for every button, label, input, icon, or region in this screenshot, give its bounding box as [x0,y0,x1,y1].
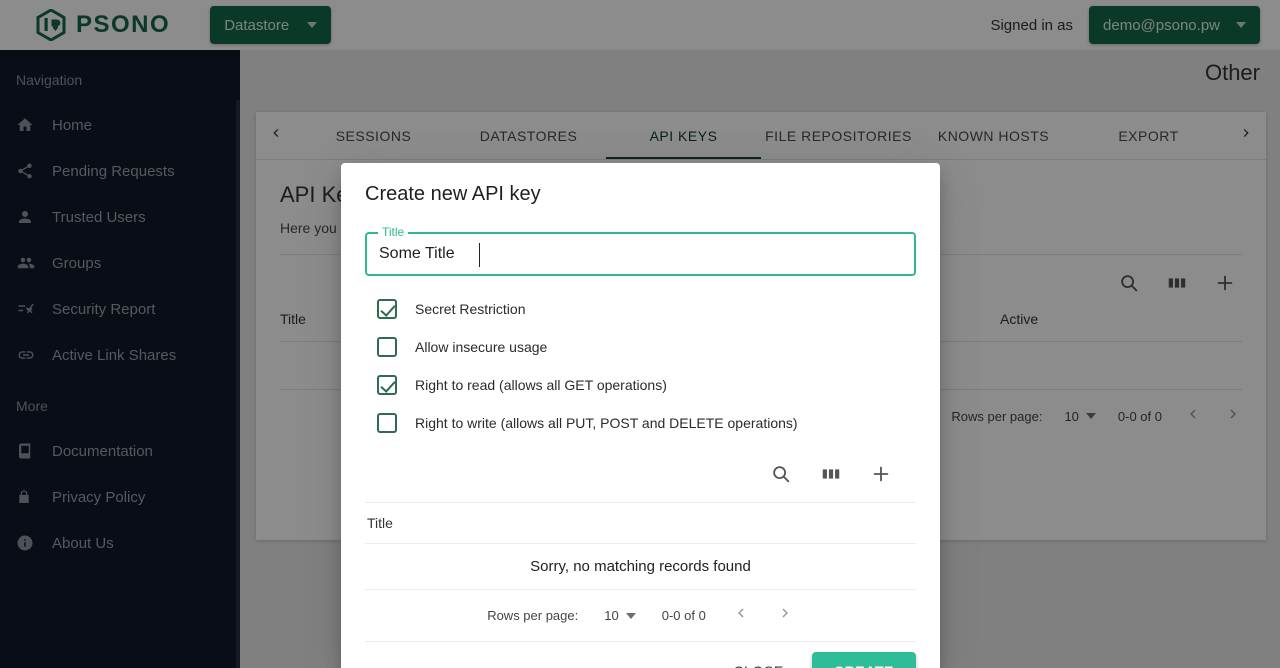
app-root: PSONO Datastore Signed in as demo@psono.… [0,0,1280,668]
checkbox-label: Secret Restriction [415,301,526,317]
checkbox-label: Allow insecure usage [415,339,548,355]
checkbox-row-secret-restriction[interactable]: Secret Restriction [365,290,916,328]
checkbox-row-right-to-write[interactable]: Right to write (allows all PUT, POST and… [365,404,916,442]
dialog-actions: CLOSE CREATE [341,642,940,668]
dialog-body: Title Secret Restriction Allow insecure … [341,214,940,642]
empty-state-message: Sorry, no matching records found [365,544,916,590]
permissions-checkbox-group: Secret Restriction Allow insecure usage … [365,290,916,442]
plus-icon[interactable] [870,463,892,485]
checkbox-right-to-read[interactable] [377,375,397,395]
view-column-icon[interactable] [820,463,842,485]
dialog-table-toolbar [365,446,916,502]
column-header-title[interactable]: Title [365,503,916,544]
rows-per-page-select[interactable]: 10 [604,608,636,623]
dialog-table-pagination: Rows per page: 10 0-0 of 0 [365,590,916,642]
create-api-key-dialog: Create new API key Title Secret Restrict… [341,163,940,668]
chevron-down-icon [625,612,636,619]
pagination-prev-button[interactable] [732,604,750,627]
checkbox-secret-restriction[interactable] [377,299,397,319]
pagination-next-button[interactable] [776,604,794,627]
dialog-table: Title Sorry, no matching records found R… [365,502,916,642]
checkbox-row-allow-insecure-usage[interactable]: Allow insecure usage [365,328,916,366]
create-button[interactable]: CREATE [811,652,916,668]
checkbox-allow-insecure-usage[interactable] [377,337,397,357]
close-button[interactable]: CLOSE [721,653,795,668]
rows-per-page-label: Rows per page: [487,608,579,623]
pagination-range-label: 0-0 of 0 [661,608,706,623]
checkbox-row-right-to-read[interactable]: Right to read (allows all GET operations… [365,366,916,404]
rows-per-page-value: 10 [604,608,619,623]
text-cursor [479,243,480,267]
dialog-title: Create new API key [365,183,541,205]
title-input[interactable] [367,234,914,274]
checkbox-label: Right to write (allows all PUT, POST and… [415,415,798,431]
checkbox-label: Right to read (allows all GET operations… [415,377,667,393]
search-icon[interactable] [770,463,792,485]
title-field-label: Title [378,225,409,239]
title-field: Title [365,225,916,276]
checkbox-right-to-write[interactable] [377,413,397,433]
